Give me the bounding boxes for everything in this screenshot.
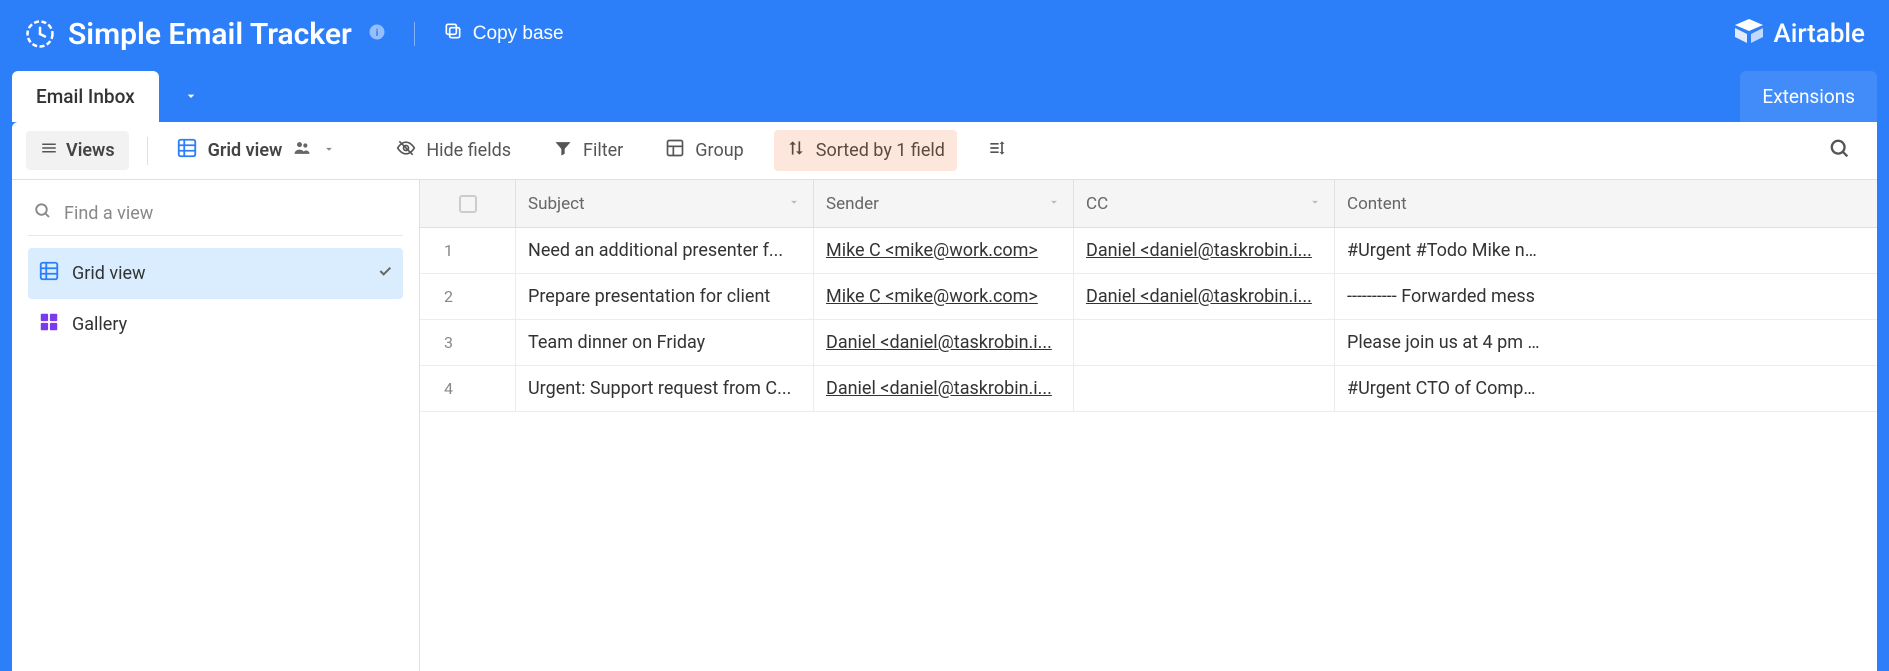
- cell-sender[interactable]: Daniel <daniel@taskrobin.i...: [814, 366, 1074, 411]
- extensions-button[interactable]: Extensions: [1740, 71, 1877, 122]
- app-title: Simple Email Tracker: [68, 17, 352, 52]
- chevron-down-icon[interactable]: [1047, 194, 1061, 214]
- copy-base-label: Copy base: [473, 23, 564, 45]
- views-label: Views: [66, 140, 115, 161]
- copy-base-button[interactable]: Copy base: [443, 21, 564, 47]
- view-item-gallery[interactable]: Gallery: [28, 299, 403, 350]
- gallery-icon: [38, 311, 60, 338]
- cell-sender[interactable]: Mike C <mike@work.com>: [814, 228, 1074, 273]
- views-button[interactable]: Views: [26, 131, 129, 170]
- app-header: Simple Email Tracker i Copy base Airtabl…: [0, 0, 1889, 68]
- cell-subject[interactable]: Team dinner on Friday: [516, 320, 814, 365]
- row-number: 4: [420, 366, 516, 411]
- grid-view-label: Grid view: [208, 140, 283, 161]
- row-number: 3: [420, 320, 516, 365]
- eye-off-icon: [396, 138, 416, 163]
- svg-text:i: i: [375, 26, 378, 39]
- group-icon: [665, 138, 685, 163]
- th-sender-label: Sender: [826, 194, 879, 214]
- group-label: Group: [695, 140, 743, 161]
- table-row[interactable]: 2Prepare presentation for clientMike C <…: [420, 274, 1877, 320]
- th-subject-label: Subject: [528, 194, 585, 214]
- table-body: 1Need an additional presenter f...Mike C…: [420, 228, 1877, 412]
- copy-icon: [443, 21, 463, 47]
- table-row[interactable]: 4Urgent: Support request from C...Daniel…: [420, 366, 1877, 412]
- cell-content[interactable]: ---------- Forwarded mess: [1335, 274, 1556, 319]
- cell-subject[interactable]: Prepare presentation for client: [516, 274, 814, 319]
- main-panel: Views Grid view Hide fields Filt: [12, 122, 1877, 671]
- find-view-placeholder: Find a view: [64, 203, 153, 224]
- chevron-down-icon: [322, 140, 336, 161]
- cell-cc[interactable]: Daniel <daniel@taskrobin.i...: [1074, 228, 1335, 273]
- title-group: Simple Email Tracker i: [24, 17, 386, 52]
- th-cc-label: CC: [1086, 194, 1108, 214]
- info-icon[interactable]: i: [368, 23, 386, 45]
- search-icon: [1829, 145, 1851, 164]
- cell-cc[interactable]: [1074, 320, 1335, 365]
- group-button[interactable]: Group: [653, 130, 755, 171]
- sort-button[interactable]: Sorted by 1 field: [774, 130, 957, 171]
- hide-fields-button[interactable]: Hide fields: [384, 130, 523, 171]
- check-icon: [377, 263, 393, 284]
- cell-cc[interactable]: [1074, 366, 1335, 411]
- toolbar-divider: [147, 137, 148, 165]
- cell-cc[interactable]: Daniel <daniel@taskrobin.i...: [1074, 274, 1335, 319]
- header-divider: [414, 22, 415, 46]
- airtable-logo-icon: [1733, 17, 1765, 52]
- cell-sender[interactable]: Daniel <daniel@taskrobin.i...: [814, 320, 1074, 365]
- grid-icon: [38, 260, 60, 287]
- search-button[interactable]: [1817, 130, 1863, 172]
- chevron-down-icon[interactable]: [1308, 194, 1322, 214]
- app-icon: [24, 18, 56, 50]
- brand-label: Airtable: [1773, 19, 1865, 49]
- views-sidebar: Find a view Grid view Gallery: [12, 180, 420, 671]
- table-header: Subject Sender CC Content: [420, 180, 1877, 228]
- row-number: 1: [420, 228, 516, 273]
- cell-sender[interactable]: Mike C <mike@work.com>: [814, 274, 1074, 319]
- row-height-icon: [987, 138, 1007, 163]
- grid-icon: [176, 137, 198, 164]
- tab-bar: Email Inbox Extensions: [0, 68, 1889, 122]
- people-icon: [292, 138, 312, 163]
- sort-label: Sorted by 1 field: [816, 140, 945, 161]
- sort-icon: [786, 138, 806, 163]
- find-view-input[interactable]: Find a view: [28, 192, 403, 236]
- select-all-checkbox[interactable]: [459, 195, 477, 213]
- cell-content[interactable]: #Urgent CTO of Company: [1335, 366, 1556, 411]
- cell-content[interactable]: Please join us at 4 pm for: [1335, 320, 1556, 365]
- chevron-down-icon[interactable]: [787, 194, 801, 214]
- search-icon: [34, 202, 52, 225]
- cell-subject[interactable]: Urgent: Support request from C...: [516, 366, 814, 411]
- data-table: Subject Sender CC Content 1Need an addit…: [420, 180, 1877, 671]
- th-subject[interactable]: Subject: [516, 180, 814, 227]
- grid-view-selector[interactable]: Grid view: [166, 129, 347, 172]
- tab-dropdown[interactable]: [165, 74, 217, 122]
- th-content-label: Content: [1347, 194, 1407, 214]
- th-checkbox[interactable]: [420, 180, 516, 227]
- hide-fields-label: Hide fields: [426, 140, 511, 161]
- toolbar: Views Grid view Hide fields Filt: [12, 122, 1877, 180]
- th-cc[interactable]: CC: [1074, 180, 1335, 227]
- content-area: Find a view Grid view Gallery: [12, 180, 1877, 671]
- th-content[interactable]: Content: [1335, 180, 1556, 227]
- th-sender[interactable]: Sender: [814, 180, 1074, 227]
- hamburger-icon: [40, 139, 58, 162]
- view-item-grid[interactable]: Grid view: [28, 248, 403, 299]
- row-height-button[interactable]: [975, 130, 1019, 171]
- filter-icon: [553, 138, 573, 163]
- view-label: Grid view: [72, 263, 146, 284]
- table-row[interactable]: 3Team dinner on FridayDaniel <daniel@tas…: [420, 320, 1877, 366]
- table-row[interactable]: 1Need an additional presenter f...Mike C…: [420, 228, 1877, 274]
- row-number: 2: [420, 274, 516, 319]
- cell-subject[interactable]: Need an additional presenter f...: [516, 228, 814, 273]
- filter-button[interactable]: Filter: [541, 130, 635, 171]
- view-label: Gallery: [72, 314, 127, 335]
- tab-email-inbox[interactable]: Email Inbox: [12, 71, 159, 122]
- brand[interactable]: Airtable: [1733, 17, 1865, 52]
- cell-content[interactable]: #Urgent #Todo Mike need: [1335, 228, 1556, 273]
- filter-label: Filter: [583, 140, 623, 161]
